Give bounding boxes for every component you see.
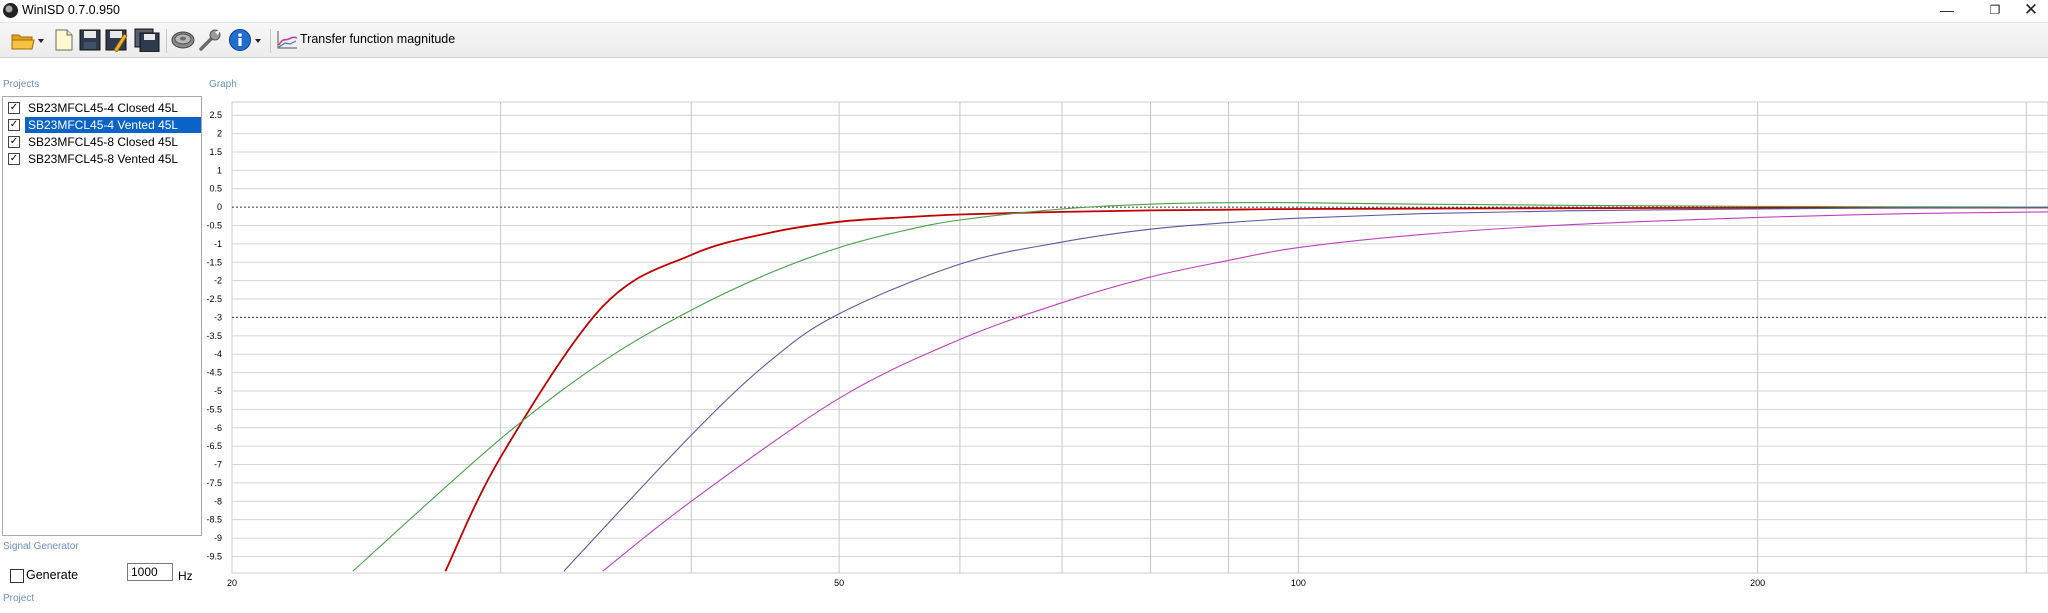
y-tick-label: -6.5 xyxy=(206,441,222,451)
minimize-button[interactable]: — xyxy=(1924,0,1970,22)
project-checkbox[interactable]: ✓ xyxy=(8,119,20,131)
save-as-icon[interactable] xyxy=(104,28,128,53)
list-item[interactable]: ✓ SB23MFCL45-8 Vented 45L xyxy=(3,151,201,168)
y-tick-label: -4 xyxy=(214,349,222,359)
frequency-unit-label: Hz xyxy=(178,569,193,583)
new-project-icon[interactable] xyxy=(52,28,76,52)
project-checkbox[interactable]: ✓ xyxy=(8,153,20,165)
signal-generator-section-label: Signal Generator xyxy=(3,541,79,552)
y-tick-label: 2 xyxy=(217,129,222,139)
y-tick-label: -2 xyxy=(214,276,222,286)
save-icon[interactable] xyxy=(78,28,102,52)
x-tick-label: 50 xyxy=(834,578,844,588)
plot-area xyxy=(231,101,2048,574)
app-icon xyxy=(3,3,18,18)
y-tick-label: -7 xyxy=(214,460,222,470)
title-bar: WinISD 0.7.0.950 — ❐ ✕ xyxy=(0,0,2048,22)
y-tick-label: -8 xyxy=(214,496,222,506)
projects-list[interactable]: ✓ SB23MFCL45-4 Closed 45L ✓ SB23MFCL45-4… xyxy=(2,96,202,536)
y-tick-label: -3 xyxy=(214,312,222,322)
project-label[interactable]: SB23MFCL45-8 Closed 45L xyxy=(25,134,181,150)
chart-icon[interactable] xyxy=(276,28,300,52)
y-tick-label: -9.5 xyxy=(206,551,222,561)
window-title: WinISD 0.7.0.950 xyxy=(22,3,120,17)
y-tick-label: 0 xyxy=(217,202,222,212)
y-tick-label: -2.5 xyxy=(206,294,222,304)
series-line-2 xyxy=(352,202,2048,572)
project-label[interactable]: SB23MFCL45-4 Closed 45L xyxy=(25,100,181,116)
close-button[interactable]: ✕ xyxy=(2008,0,2048,22)
y-tick-label: 2.5 xyxy=(209,110,222,120)
y-tick-label: 0.5 xyxy=(209,184,222,194)
projects-section-label: Projects xyxy=(3,79,40,90)
list-item[interactable]: ✓ SB23MFCL45-8 Closed 45L xyxy=(3,134,201,151)
series-line-4 xyxy=(602,211,2048,572)
series-line-1 xyxy=(444,206,2048,572)
series-line-3 xyxy=(563,206,2048,572)
y-tick-label: -7.5 xyxy=(206,478,222,488)
generate-label: Generate xyxy=(26,568,79,582)
y-tick-label: -6 xyxy=(214,423,222,433)
x-tick-label: 20 xyxy=(227,578,237,588)
toolbar-separator xyxy=(270,29,271,53)
y-tick-label: -1.5 xyxy=(206,257,222,267)
frequency-input[interactable] xyxy=(127,563,173,581)
y-tick-label: -0.5 xyxy=(206,221,222,231)
project-label[interactable]: SB23MFCL45-8 Vented 45L xyxy=(25,151,181,167)
y-tick-label: -1 xyxy=(214,239,222,249)
y-tick-label: 1 xyxy=(217,165,222,175)
x-tick-label: 100 xyxy=(1291,578,1306,588)
generate-checkbox[interactable] xyxy=(10,569,24,583)
y-tick-label: 1.5 xyxy=(209,147,222,157)
graph-type-selector[interactable]: Transfer function magnitude xyxy=(300,32,455,46)
transfer-function-graph[interactable]: 2.5 2 1.5 1 0.5 0 -0.5 -1 -1.5 -2 -2.5 -3 -3.5 -4 -4.5… xyxy=(0,0,2048,613)
y-tick-label: -8.5 xyxy=(206,515,222,525)
list-item[interactable]: ✓ SB23MFCL45-4 Vented 45L xyxy=(3,117,201,134)
toolbar-separator xyxy=(166,29,167,53)
project-label[interactable]: SB23MFCL45-4 Vented 45L xyxy=(25,117,201,133)
y-tick-label: -5 xyxy=(214,386,222,396)
graph-section-label: Graph xyxy=(209,79,237,90)
tools-icon[interactable] xyxy=(198,28,222,52)
project-checkbox[interactable]: ✓ xyxy=(8,136,20,148)
project-checkbox[interactable]: ✓ xyxy=(8,102,20,114)
open-project-icon[interactable] xyxy=(10,28,44,52)
toolbar: Transfer function magnitude xyxy=(0,22,2048,58)
y-tick-label: -3.5 xyxy=(206,331,222,341)
y-tick-label: -4.5 xyxy=(206,368,222,378)
project-section-label: Project xyxy=(3,593,35,604)
x-tick-label: 200 xyxy=(1750,578,1765,588)
list-item[interactable]: ✓ SB23MFCL45-4 Closed 45L xyxy=(3,100,201,117)
driver-editor-icon[interactable] xyxy=(170,28,195,52)
y-tick-label: -9 xyxy=(214,533,222,543)
info-icon[interactable] xyxy=(228,28,261,52)
y-tick-label: -5.5 xyxy=(206,404,222,414)
save-all-icon[interactable] xyxy=(134,28,160,53)
